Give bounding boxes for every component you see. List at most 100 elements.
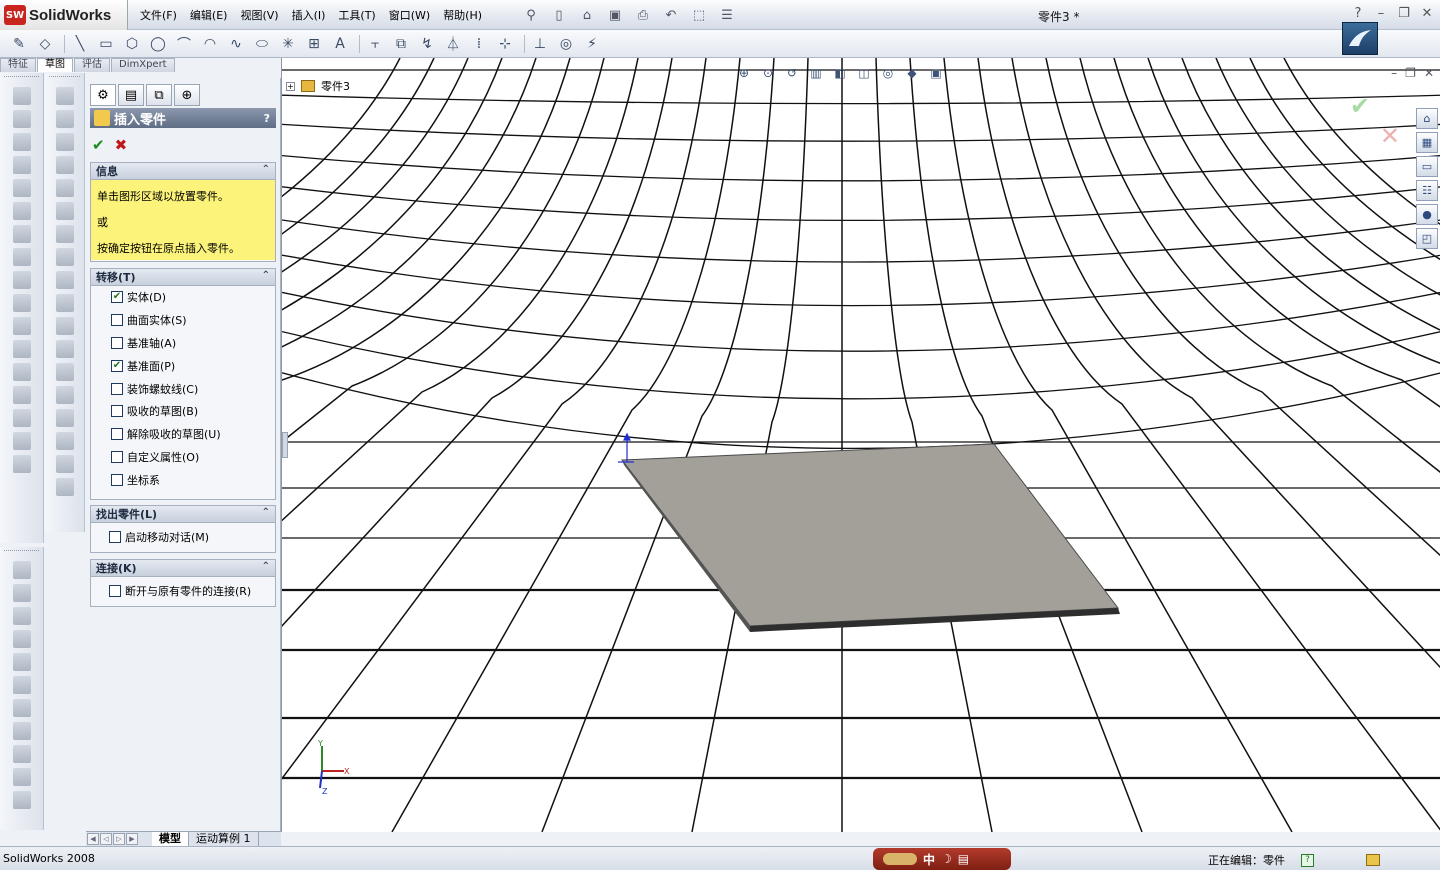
cavity-icon[interactable]: [12, 745, 31, 763]
transfer-group-header[interactable]: 转移(T) ⌃: [91, 269, 275, 286]
linear-pattern-icon[interactable]: ⁞: [468, 33, 490, 55]
checkbox[interactable]: ✔: [111, 359, 123, 372]
toolbar-grip[interactable]: [4, 550, 39, 556]
menu-file[interactable]: 文件(F): [140, 7, 177, 23]
quick-tips-icon[interactable]: ?: [1301, 853, 1314, 867]
revolve-boss-icon[interactable]: [12, 110, 31, 128]
graphics-area[interactable]: Y X Z + 零件3 ⊕ ⊙ ↺ ▥ ◧ ◫ ◎ ◆ ▣ – ❐ ✕ ✔ ✕ …: [281, 58, 1440, 832]
help-icon[interactable]: ?: [264, 112, 270, 125]
curves-icon[interactable]: [12, 432, 31, 450]
checkbox[interactable]: [111, 382, 123, 395]
menu-edit[interactable]: 编辑(E): [190, 7, 228, 23]
polygon-icon[interactable]: ⬡: [121, 33, 143, 55]
mirror-icon[interactable]: ⏃: [442, 33, 464, 55]
draft-icon[interactable]: [12, 340, 31, 358]
viewport-restore-icon[interactable]: ❐: [1405, 66, 1416, 80]
panel-collapse-handle[interactable]: [282, 432, 288, 458]
info-group-header[interactable]: 信息 ⌃: [91, 163, 275, 180]
datum-feature-icon[interactable]: [55, 294, 74, 312]
tag-icon[interactable]: [1366, 854, 1380, 866]
undo-icon[interactable]: ↶: [660, 6, 682, 24]
view-orientation-icon[interactable]: ◧: [830, 64, 850, 82]
checkbox-unabsorbed-sketches[interactable]: 解除吸收的草图(U): [91, 423, 275, 446]
viewport-minimize-icon[interactable]: –: [1391, 66, 1397, 80]
dimension-icon[interactable]: [55, 87, 74, 105]
move-entities-icon[interactable]: ⊹: [494, 33, 516, 55]
edit-appearance-icon[interactable]: ◆: [902, 64, 922, 82]
design-library-icon[interactable]: ▦: [1416, 132, 1438, 153]
checkbox[interactable]: [109, 531, 121, 543]
checkbox-absorbed-sketches[interactable]: 吸收的草图(B): [91, 400, 275, 423]
rib-icon[interactable]: [12, 294, 31, 312]
repair-sketch-icon[interactable]: ◎: [555, 33, 577, 55]
chamfer-icon[interactable]: [12, 271, 31, 289]
loft-icon[interactable]: [12, 156, 31, 174]
tab-evaluate[interactable]: 评估: [74, 58, 110, 72]
confirmation-corner-cancel-icon[interactable]: ✕: [1380, 122, 1400, 150]
prev-tab-arrow-icon[interactable]: ◁: [100, 833, 112, 845]
resources-home-icon[interactable]: ⌂: [1416, 108, 1438, 129]
new-document-icon[interactable]: ▯: [548, 6, 570, 24]
balloon-icon[interactable]: [55, 179, 74, 197]
auto-balloon-icon[interactable]: [55, 202, 74, 220]
menu-tools[interactable]: 工具(T): [338, 7, 375, 23]
dimxpert-manager-tab-icon[interactable]: ⊕: [174, 84, 200, 106]
restore-icon[interactable]: ❐: [1397, 6, 1411, 22]
next-tab-arrow-icon[interactable]: ▷: [113, 833, 125, 845]
menu-window[interactable]: 窗口(W): [389, 7, 430, 23]
line-icon[interactable]: ╲: [69, 33, 91, 55]
close-icon[interactable]: ✕: [1420, 6, 1434, 22]
viewport-close-icon[interactable]: ✕: [1424, 66, 1434, 80]
centerline-symbol-icon[interactable]: [55, 455, 74, 473]
minimize-icon[interactable]: –: [1374, 6, 1388, 22]
collapse-icon[interactable]: ⌃: [262, 507, 270, 518]
trim-icon[interactable]: ⫟: [364, 33, 386, 55]
move-face-icon[interactable]: [12, 630, 31, 648]
checkbox-axes[interactable]: 基准轴(A): [91, 332, 275, 355]
extrude-cut-icon[interactable]: [12, 179, 31, 197]
sketch-edit-icon[interactable]: [12, 584, 31, 602]
circle-icon[interactable]: ◯: [147, 33, 169, 55]
menu-insert[interactable]: 插入(I): [292, 7, 326, 23]
apply-scene-icon[interactable]: ▣: [926, 64, 946, 82]
section-view-icon[interactable]: ▥: [806, 64, 826, 82]
checkbox[interactable]: [109, 585, 121, 597]
confirmation-corner-ok-icon[interactable]: ✔: [1350, 92, 1370, 120]
checkbox[interactable]: [111, 428, 123, 441]
last-tab-arrow-icon[interactable]: ▶: [126, 833, 138, 845]
tangent-arc-icon[interactable]: ◠: [199, 33, 221, 55]
link-group-header[interactable]: 连接(K) ⌃: [91, 560, 275, 577]
hole-callout-icon[interactable]: [55, 340, 74, 358]
revolve-cut-icon[interactable]: [12, 202, 31, 220]
feature-tree-root[interactable]: + 零件3: [286, 78, 350, 94]
sweep-icon[interactable]: [12, 133, 31, 151]
display-style-icon[interactable]: ◫: [854, 64, 874, 82]
intersect-icon[interactable]: [12, 699, 31, 717]
insert-part-icon[interactable]: [12, 607, 31, 625]
first-tab-arrow-icon[interactable]: ◀: [87, 833, 99, 845]
menu-view[interactable]: 视图(V): [240, 7, 278, 23]
fillet-icon[interactable]: [12, 248, 31, 266]
instant3d-icon[interactable]: [12, 455, 31, 473]
ime-keyboard-icon[interactable]: ▤: [958, 852, 969, 866]
toolbar-grip[interactable]: [49, 76, 80, 82]
collapse-icon[interactable]: ⌃: [262, 164, 270, 175]
text-a-icon[interactable]: [55, 133, 74, 151]
offset-icon[interactable]: ⧉: [390, 33, 412, 55]
appearances-icon[interactable]: ●: [1416, 204, 1438, 225]
scale-icon[interactable]: [12, 722, 31, 740]
file-explorer-icon[interactable]: ▭: [1416, 156, 1438, 177]
smart-dimension-icon[interactable]: ◇: [34, 33, 56, 55]
checkbox[interactable]: ✔: [111, 291, 123, 304]
dome-icon[interactable]: [12, 386, 31, 404]
note-icon[interactable]: [55, 110, 74, 128]
cancel-button[interactable]: ✖: [115, 136, 128, 154]
find-part-group-header[interactable]: 找出零件(L) ⌃: [91, 506, 275, 523]
menu-help[interactable]: 帮助(H): [443, 7, 482, 23]
solidworks-logo[interactable]: SW SolidWorks: [0, 0, 128, 30]
checkbox[interactable]: [111, 336, 123, 349]
ime-toolbar[interactable]: 中 ☽ ▤: [873, 848, 1011, 870]
3d-sketch-icon[interactable]: [12, 561, 31, 579]
center-mark-icon[interactable]: [55, 432, 74, 450]
area-hatch-icon[interactable]: [55, 386, 74, 404]
